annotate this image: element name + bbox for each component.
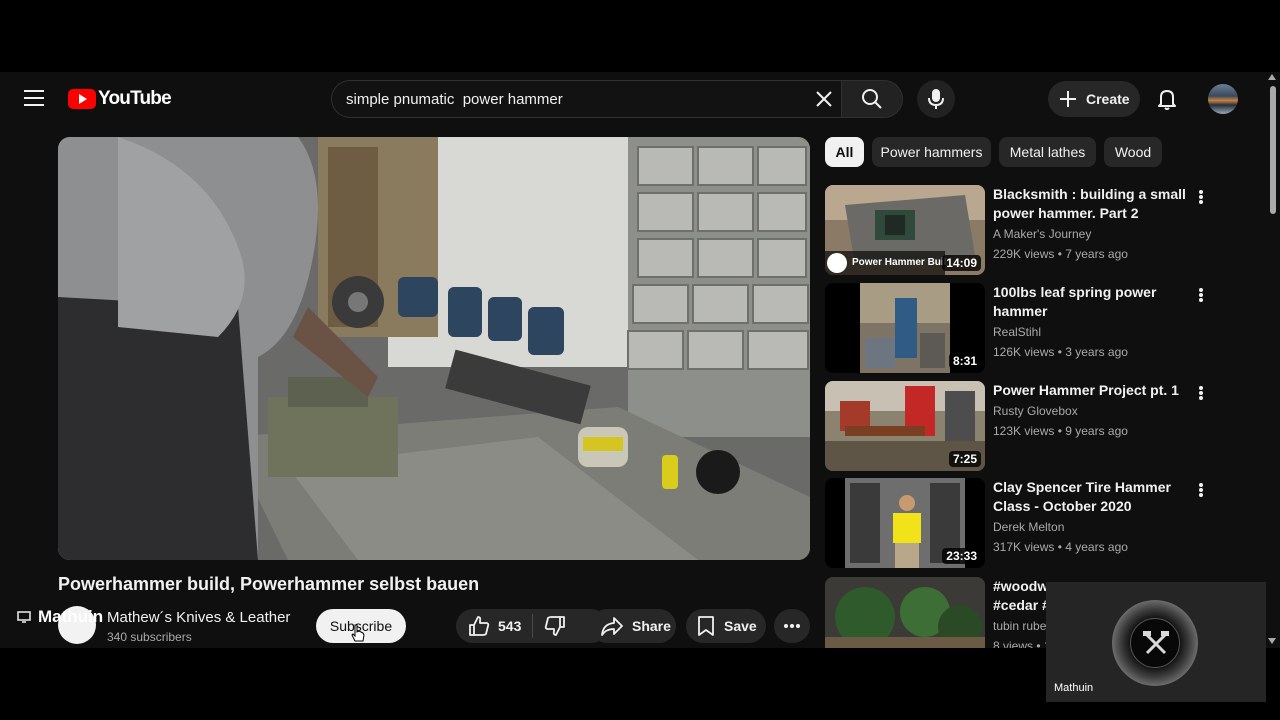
like-count: 543 bbox=[498, 618, 522, 634]
notifications-bell-icon[interactable] bbox=[1155, 87, 1179, 111]
more-options-icon[interactable] bbox=[1195, 480, 1207, 500]
chip-wood[interactable]: Wood bbox=[1104, 137, 1162, 167]
recommendation-thumbnail[interactable] bbox=[825, 577, 985, 648]
webcam-name-label: Mathuin bbox=[1054, 682, 1094, 694]
recommendation-meta: 8 views • 1 bbox=[993, 639, 1051, 648]
thumbs-up-icon bbox=[469, 616, 490, 636]
subscriber-count: 340 subscribers bbox=[107, 630, 192, 644]
dislike-button[interactable] bbox=[533, 609, 577, 643]
video-duration: 14:09 bbox=[942, 255, 981, 271]
more-options-icon[interactable] bbox=[1195, 285, 1207, 305]
save-button[interactable]: Save bbox=[686, 609, 766, 643]
recommendation-title[interactable]: Power Hammer Project pt. 1 bbox=[993, 381, 1193, 400]
scroll-up-arrow-icon[interactable] bbox=[1268, 74, 1276, 80]
recommendation-title[interactable]: 100lbs leaf spring power hammer bbox=[993, 283, 1193, 321]
video-duration: 7:25 bbox=[948, 451, 981, 467]
recommendation-meta: 229K views • 7 years ago bbox=[993, 247, 1128, 261]
recommendation-thumbnail[interactable]: Power Hammer Buil 14:09 bbox=[825, 185, 985, 275]
channel-logo-badge bbox=[1130, 618, 1180, 668]
screen-cast-icon bbox=[17, 611, 31, 623]
video-owner-row: Mathuin Mathew´s Knives & Leather 340 su… bbox=[0, 606, 820, 648]
more-options-icon[interactable] bbox=[1195, 383, 1207, 403]
more-options-icon[interactable] bbox=[1195, 187, 1207, 207]
recommendation-thumbnail[interactable]: 23:33 bbox=[825, 478, 985, 568]
create-button[interactable]: Create bbox=[1048, 81, 1140, 117]
youtube-window: YouTube Create bbox=[0, 72, 1280, 648]
share-button[interactable]: Share bbox=[590, 609, 676, 643]
account-avatar[interactable] bbox=[1208, 84, 1238, 114]
like-dislike-group: 543 bbox=[456, 609, 608, 643]
video-frame bbox=[58, 137, 810, 560]
create-label: Create bbox=[1086, 91, 1130, 107]
scrollbar-thumb[interactable] bbox=[1270, 86, 1276, 214]
chip-all[interactable]: All bbox=[825, 137, 864, 167]
like-button[interactable]: 543 bbox=[456, 609, 532, 643]
recommendation-meta: 126K views • 3 years ago bbox=[993, 345, 1128, 359]
video-player[interactable] bbox=[58, 137, 810, 560]
recommendation-item[interactable]: Power Hammer Buil 14:09 Blacksmith : bui… bbox=[825, 185, 1220, 275]
clear-search-icon[interactable] bbox=[814, 89, 834, 109]
plus-icon bbox=[1060, 91, 1076, 107]
thumbs-down-icon bbox=[544, 616, 565, 636]
recommendation-thumbnail[interactable]: 7:25 bbox=[825, 381, 985, 471]
voice-search-button[interactable] bbox=[917, 80, 955, 118]
recommendation-title[interactable]: Blacksmith : building a small power hamm… bbox=[993, 185, 1193, 223]
hammer-logo-icon bbox=[1143, 631, 1169, 655]
recommendation-meta: 317K views • 4 years ago bbox=[993, 540, 1128, 554]
search-box bbox=[331, 80, 841, 118]
more-actions-button[interactable] bbox=[774, 609, 810, 643]
video-duration: 23:33 bbox=[942, 548, 981, 564]
subscribe-button[interactable]: Subscribe bbox=[316, 609, 406, 643]
thumbnail-image bbox=[825, 577, 985, 648]
webcam-overlay: Mathuin bbox=[1046, 582, 1266, 702]
search-icon bbox=[862, 89, 882, 109]
recommendation-channel[interactable]: Derek Melton bbox=[993, 520, 1064, 534]
recommendation-meta: 123K views • 9 years ago bbox=[993, 424, 1128, 438]
channel-name[interactable]: Mathew´s Knives & Leather bbox=[107, 609, 290, 626]
search-button[interactable] bbox=[841, 80, 903, 118]
logo-text: YouTube bbox=[98, 88, 172, 109]
video-duration: 8:31 bbox=[948, 353, 981, 369]
scroll-down-arrow-icon[interactable] bbox=[1268, 638, 1276, 644]
recommendation-title[interactable]: Clay Spencer Tire Hammer Class - October… bbox=[993, 478, 1193, 516]
save-label: Save bbox=[724, 618, 757, 634]
recommendation-channel[interactable]: A Maker's Journey bbox=[993, 227, 1091, 241]
recommendation-item[interactable]: 23:33 Clay Spencer Tire Hammer Class - O… bbox=[825, 478, 1220, 568]
youtube-logo[interactable]: YouTube bbox=[68, 88, 172, 110]
recommendation-item[interactable]: 8:31 100lbs leaf spring power hammer Rea… bbox=[825, 283, 1220, 373]
chip-power-hammers[interactable]: Power hammers bbox=[872, 137, 991, 167]
microphone-icon bbox=[928, 89, 944, 109]
recommendation-channel[interactable]: RealStihl bbox=[993, 325, 1041, 339]
presenter-name-overlay: Mathuin bbox=[38, 607, 104, 626]
more-horizontal-icon bbox=[784, 624, 800, 628]
youtube-logo-icon bbox=[68, 89, 96, 109]
bookmark-icon bbox=[698, 616, 714, 636]
webcam-feed bbox=[1112, 600, 1198, 686]
menu-icon[interactable] bbox=[24, 90, 44, 108]
video-title: Powerhammer build, Powerhammer selbst ba… bbox=[58, 574, 480, 594]
chip-metal-lathes[interactable]: Metal lathes bbox=[999, 137, 1096, 167]
masthead: YouTube Create bbox=[0, 72, 1266, 126]
thumbnail-caption: Power Hammer Buil bbox=[852, 257, 947, 268]
recommendation-channel[interactable]: tubin ruber bbox=[993, 619, 1050, 633]
share-label: Share bbox=[632, 618, 671, 634]
recommendation-channel[interactable]: Rusty Glovebox bbox=[993, 404, 1078, 418]
recommendation-thumbnail[interactable]: 8:31 bbox=[825, 283, 985, 373]
recommendation-item[interactable]: 7:25 Power Hammer Project pt. 1 Rusty Gl… bbox=[825, 381, 1220, 471]
search-input[interactable] bbox=[346, 81, 806, 117]
share-arrow-icon bbox=[601, 617, 623, 636]
